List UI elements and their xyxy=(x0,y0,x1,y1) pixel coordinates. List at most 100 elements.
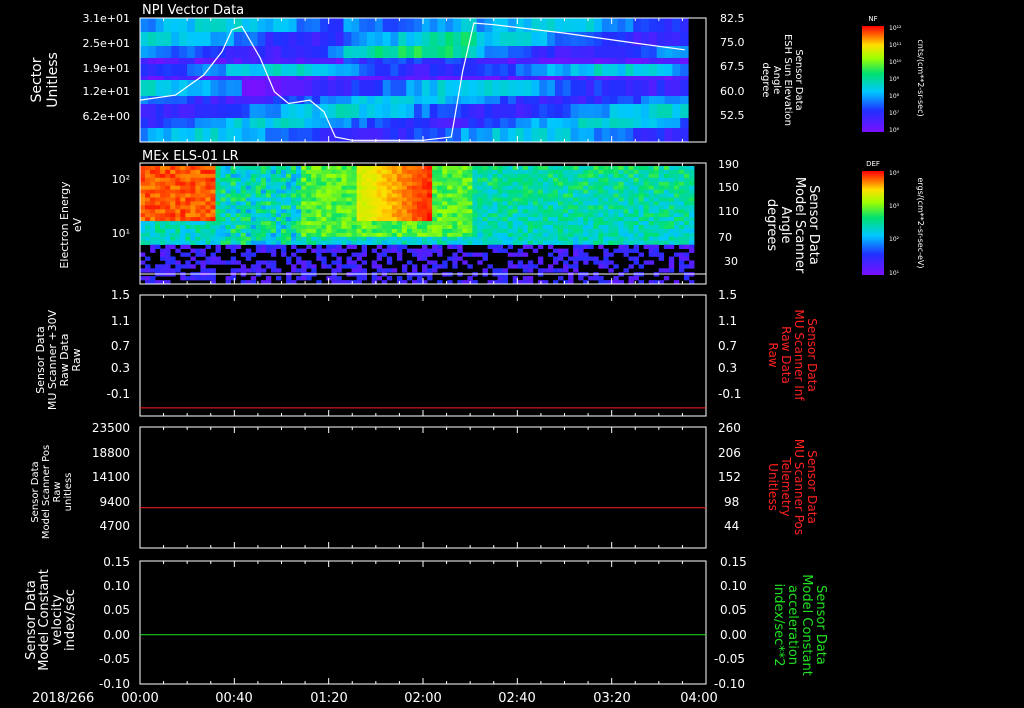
heatmap-cell xyxy=(588,276,594,281)
heatmap-cell xyxy=(603,217,609,222)
heatmap-cell xyxy=(613,197,619,202)
heatmap-cell xyxy=(205,213,211,218)
heatmap-cell xyxy=(427,209,433,214)
left-tick: 0.05 xyxy=(103,603,130,617)
heatmap-cell xyxy=(417,225,423,230)
heatmap-cell xyxy=(359,76,368,80)
heatmap-cell xyxy=(374,32,384,46)
panel-npi-right-label: Sensor Data ESH Sun Elevation Angle degr… xyxy=(760,34,804,126)
heatmap-cell xyxy=(643,169,649,175)
heatmap-cell xyxy=(573,181,579,186)
heatmap-cell xyxy=(276,181,282,186)
heatmap-cell xyxy=(336,185,342,190)
heatmap-cell xyxy=(374,46,384,58)
heatmap-cell xyxy=(341,166,347,171)
heatmap-cell xyxy=(260,213,267,218)
heatmap-cell xyxy=(163,58,172,64)
heatmap-cell xyxy=(452,240,458,245)
heatmap-cell xyxy=(270,201,277,206)
heatmap-cell xyxy=(417,189,423,194)
heatmap-cell xyxy=(553,173,559,179)
heatmap-cell xyxy=(467,217,473,222)
heatmap-cell xyxy=(200,166,206,171)
heatmap-cell xyxy=(638,185,644,190)
heatmap-cell xyxy=(668,177,675,183)
colorbar-tick: 10⁸ xyxy=(889,93,900,100)
heatmap-cell xyxy=(260,209,267,214)
colorbar-nf-bar xyxy=(862,26,884,132)
heatmap-cell xyxy=(180,225,186,230)
heatmap-cell xyxy=(437,181,443,186)
heatmap-cell xyxy=(241,80,251,96)
heatmap-cell xyxy=(663,225,670,230)
heatmap-cell xyxy=(343,32,352,46)
heatmap-cell xyxy=(331,173,337,179)
heatmap-cell xyxy=(522,225,529,230)
heatmap-cell xyxy=(356,201,362,206)
heatmap-cell xyxy=(429,96,439,104)
heatmap-cell xyxy=(391,225,398,230)
heatmap-cell xyxy=(558,240,564,245)
heatmap-cell xyxy=(306,213,312,218)
heatmap-cell xyxy=(648,260,655,265)
heatmap-cell xyxy=(398,58,407,64)
heatmap-cell xyxy=(532,232,539,238)
heatmap-cell xyxy=(346,221,352,226)
heatmap-cell xyxy=(672,58,681,64)
heatmap-cell xyxy=(160,268,166,273)
heatmap-cell xyxy=(467,189,473,194)
heatmap-cell xyxy=(241,128,251,142)
heatmap-cell xyxy=(497,244,503,249)
heatmap-cell xyxy=(482,205,488,210)
heatmap-cell xyxy=(160,225,166,230)
heatmap-cell xyxy=(361,228,367,234)
heatmap-cell xyxy=(472,166,478,171)
heatmap-cell xyxy=(542,236,549,242)
heatmap-cell xyxy=(366,213,372,218)
heatmap-cell xyxy=(180,185,186,190)
heatmap-cell xyxy=(658,189,665,194)
heatmap-cell xyxy=(664,96,673,104)
heatmap-cell xyxy=(678,213,685,218)
heatmap-cell xyxy=(484,118,493,128)
heatmap-cell xyxy=(301,232,307,238)
heatmap-cell xyxy=(366,236,372,242)
heatmap-cell xyxy=(381,213,388,218)
heatmap-cell xyxy=(497,268,503,273)
heatmap-cell xyxy=(296,32,305,46)
heatmap-cell xyxy=(150,213,156,218)
heatmap-cell xyxy=(190,205,196,210)
heatmap-cell xyxy=(187,18,196,32)
heatmap-cell xyxy=(532,185,539,190)
heatmap-cell xyxy=(218,104,227,118)
heatmap-cell xyxy=(618,197,624,202)
heatmap-cell xyxy=(163,64,172,76)
heatmap-cell xyxy=(422,213,428,218)
heatmap-cell xyxy=(331,185,337,190)
heatmap-cell xyxy=(678,225,685,230)
heatmap-cell xyxy=(205,205,211,210)
left-tick: 23500 xyxy=(92,421,130,435)
heatmap-cell xyxy=(608,189,614,194)
heatmap-cell xyxy=(381,189,388,194)
heatmap-cell xyxy=(288,118,298,128)
heatmap-cell xyxy=(628,189,634,194)
heatmap-cell xyxy=(386,189,393,194)
heatmap-cell xyxy=(291,185,297,190)
heatmap-cell xyxy=(537,260,544,265)
heatmap-cell xyxy=(563,189,569,194)
heatmap-cell xyxy=(427,236,433,242)
heatmap-cell xyxy=(457,189,463,194)
heatmap-cell xyxy=(437,225,443,230)
heatmap-cell xyxy=(366,189,372,194)
heatmap-cell xyxy=(225,276,231,281)
heatmap-cell xyxy=(512,193,519,198)
heatmap-cell xyxy=(386,185,393,190)
heatmap-cell xyxy=(512,240,519,245)
heatmap-cell xyxy=(291,236,297,242)
heatmap-cell xyxy=(386,193,393,198)
heatmap-cell xyxy=(588,166,594,171)
heatmap-cell xyxy=(663,205,670,210)
heatmap-cell xyxy=(683,209,690,214)
heatmap-cell xyxy=(185,236,191,242)
